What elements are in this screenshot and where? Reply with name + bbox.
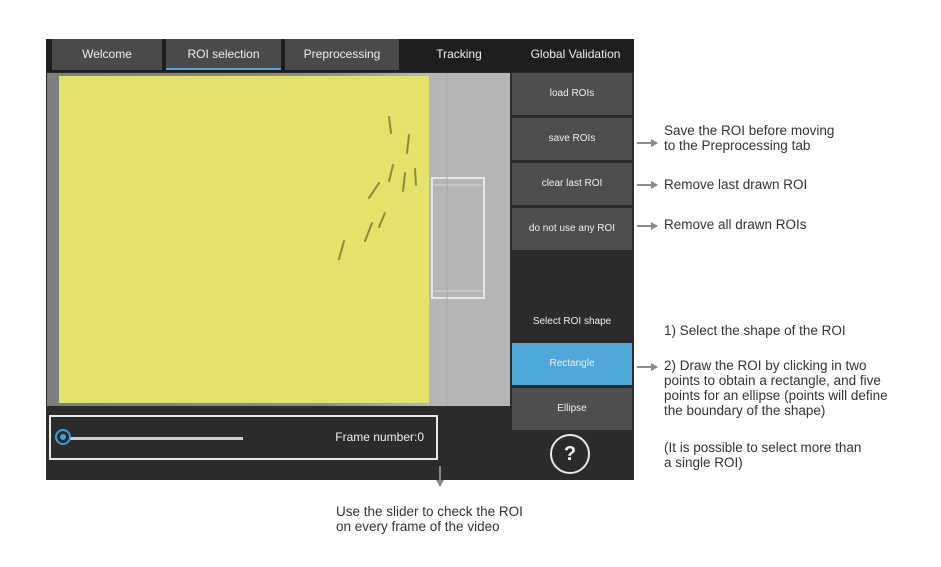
help-button[interactable]: ? xyxy=(550,434,590,474)
load-rois-button[interactable]: load ROIs xyxy=(512,73,632,115)
app-window: Welcome ROI selection Preprocessing Trac… xyxy=(46,39,634,480)
select-roi-shape-label: Select ROI shape xyxy=(532,316,612,327)
arrow-clear xyxy=(637,181,658,189)
arrow-shape xyxy=(637,363,658,371)
tab-tracking[interactable]: Tracking xyxy=(403,39,515,70)
tab-bar: Welcome ROI selection Preprocessing Trac… xyxy=(46,39,634,72)
arrow-slider xyxy=(436,466,444,487)
tab-global-validation[interactable]: Global Validation xyxy=(519,39,632,70)
frame-slider-track[interactable] xyxy=(63,437,243,440)
video-frame-viewer[interactable] xyxy=(47,73,510,406)
ellipse-shape-button[interactable]: Ellipse xyxy=(512,388,632,430)
frame-slider-box: Frame number:0 xyxy=(49,415,438,460)
arrow-none xyxy=(637,222,658,230)
annotation-multiple-rois: (It is possible to select more than a si… xyxy=(664,440,862,470)
annotation-shape-step1: 1) Select the shape of the ROI xyxy=(664,323,846,338)
fish-overlay xyxy=(338,116,417,260)
frame-slider-handle[interactable] xyxy=(55,429,71,445)
frame-number-label: Frame number:0 xyxy=(335,430,424,444)
do-not-use-any-roi-button[interactable]: do not use any ROI xyxy=(512,208,632,250)
annotation-shape-step2: 2) Draw the ROI by clicking in two point… xyxy=(664,358,888,418)
arrow-save xyxy=(637,139,658,147)
tab-preprocessing[interactable]: Preprocessing xyxy=(285,39,399,70)
annotation-clear: Remove last drawn ROI xyxy=(664,177,808,192)
annotation-none: Remove all drawn ROIs xyxy=(664,217,807,232)
rectangle-shape-button[interactable]: Rectangle xyxy=(512,343,632,385)
tab-roi-selection[interactable]: ROI selection xyxy=(166,39,281,70)
clear-last-roi-button[interactable]: clear last ROI xyxy=(512,163,632,205)
save-rois-button[interactable]: save ROIs xyxy=(512,118,632,160)
annotation-save: Save the ROI before moving to the Prepro… xyxy=(664,123,835,153)
tab-welcome[interactable]: Welcome xyxy=(52,39,162,70)
annotation-slider: Use the slider to check the ROI on every… xyxy=(336,504,523,534)
